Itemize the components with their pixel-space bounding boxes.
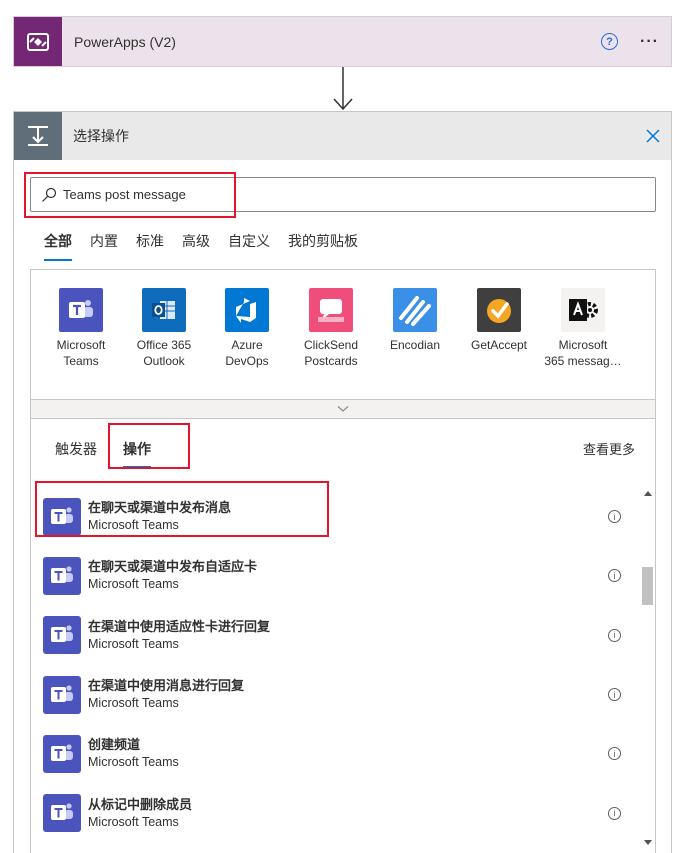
scroll-down-icon[interactable]	[644, 840, 652, 845]
info-icon[interactable]: i	[608, 510, 621, 524]
actions-tab-highlight-box	[108, 423, 190, 469]
down-arrow-icon	[333, 67, 353, 111]
list-item[interactable]: 在聊天或渠道中发布自适应卡 Microsoft Teams i	[43, 546, 629, 605]
info-icon[interactable]: i	[608, 628, 621, 642]
result-title: 在渠道中使用适应性卡进行回复	[88, 618, 271, 634]
tab-custom[interactable]: 自定义	[228, 231, 270, 261]
connector-label-line1: GetAccept	[470, 338, 528, 352]
connector-microsoft-teams[interactable]: Microsoft Teams	[39, 288, 123, 369]
action-header: 选择操作	[14, 112, 671, 160]
result-title: 从标记中删除成员	[88, 796, 193, 812]
result-subtitle: Microsoft Teams	[88, 636, 179, 651]
tab-triggers[interactable]: 触发器	[55, 439, 97, 468]
list-item[interactable]: 从标记中删除成员 Microsoft Teams i	[43, 783, 629, 842]
tab-all[interactable]: 全部	[44, 231, 72, 261]
connector-label-line1: Office 365	[136, 338, 192, 352]
see-more-link[interactable]: 查看更多	[583, 439, 635, 458]
connector-getaccept[interactable]: GetAccept	[457, 288, 541, 353]
teams-icon	[43, 556, 81, 595]
result-subtitle: Microsoft Teams	[88, 577, 179, 592]
connector-label-line1: Azure	[231, 338, 263, 352]
info-icon[interactable]: i	[608, 747, 621, 761]
connector-office365-outlook[interactable]: Office 365 Outlook	[122, 288, 206, 369]
outlook-icon	[142, 288, 186, 332]
connector-label-line1: Encodian	[389, 338, 441, 352]
connector-encodian[interactable]: Encodian	[373, 288, 457, 353]
teams-icon	[59, 288, 103, 332]
action-icon	[14, 112, 62, 160]
connector-label-line2: DevOps	[225, 354, 269, 368]
scroll-thumb[interactable]	[642, 567, 653, 605]
info-icon[interactable]: i	[608, 688, 621, 702]
list-item[interactable]: 在渠道中使用消息进行回复 Microsoft Teams i	[43, 665, 629, 724]
connector-label-line1: ClickSend	[303, 338, 359, 352]
connector-azure-devops[interactable]: Azure DevOps	[205, 288, 289, 369]
teams-icon	[43, 734, 81, 773]
action-title: 选择操作	[73, 128, 129, 144]
connector-label-line2: 365 messag…	[544, 354, 622, 368]
teams-icon	[43, 794, 81, 833]
connector-m365-message[interactable]: Microsoft 365 messag…	[541, 288, 625, 369]
connector-grid: Microsoft Teams Office 365 Outlook Azure De…	[30, 269, 656, 419]
list-item[interactable]: 在渠道中使用适应性卡进行回复 Microsoft Teams i	[43, 606, 629, 665]
result-title: 在渠道中使用消息进行回复	[88, 678, 245, 694]
actions-panel: 触发器 操作 查看更多 在聊天或渠道中发布消息 Microsoft Teams i…	[30, 419, 656, 853]
choose-action-card: 选择操作 全部 内置 标准 高级 自定义 我的剪贴板 Microsoft Team…	[13, 111, 672, 853]
tab-standard[interactable]: 标准	[136, 231, 164, 261]
chevron-down-icon	[337, 406, 349, 412]
help-icon[interactable]: ?	[601, 33, 619, 50]
filter-tabs: 全部 内置 标准 高级 自定义 我的剪贴板	[44, 231, 376, 261]
expand-connectors-bar[interactable]	[30, 399, 656, 419]
teams-icon	[43, 675, 81, 714]
trigger-title: PowerApps (V2)	[74, 33, 176, 50]
connector-label-line2: Outlook	[143, 354, 185, 368]
connector-label-line1: Microsoft	[558, 338, 608, 352]
result-subtitle: Microsoft Teams	[88, 755, 179, 770]
info-icon[interactable]: i	[608, 569, 621, 583]
connector-label-line2: Teams	[63, 354, 99, 368]
info-icon[interactable]: i	[608, 806, 621, 820]
connector-label-line1: Microsoft	[56, 338, 106, 352]
devops-icon	[225, 288, 269, 332]
more-options-icon[interactable]: ···	[640, 33, 659, 51]
tab-my-clipboard[interactable]: 我的剪贴板	[288, 231, 358, 261]
tab-premium[interactable]: 高级	[182, 231, 210, 261]
search-highlight-box	[24, 172, 236, 218]
powerapps-icon	[14, 17, 62, 66]
connector-clicksend-postcards[interactable]: ClickSend Postcards	[289, 288, 373, 369]
teams-icon	[43, 616, 81, 655]
list-item[interactable]: 创建频道 Microsoft Teams i	[43, 724, 629, 783]
results-list: 在聊天或渠道中发布消息 Microsoft Teams i 在聊天或渠道中发布自适…	[43, 487, 629, 843]
close-icon[interactable]	[645, 128, 661, 144]
encodian-icon	[393, 288, 437, 332]
result-title: 创建频道	[88, 737, 141, 753]
trigger-card[interactable]: PowerApps (V2) ? ···	[13, 16, 672, 67]
scroll-up-icon[interactable]	[644, 491, 652, 496]
result-subtitle: Microsoft Teams	[88, 696, 179, 711]
result-title: 在聊天或渠道中发布自适应卡	[88, 559, 258, 575]
clicksend-icon	[309, 288, 353, 332]
getaccept-icon	[477, 288, 521, 332]
first-result-highlight-box	[35, 481, 329, 537]
tab-built-in[interactable]: 内置	[90, 231, 118, 261]
m365-message-icon	[561, 288, 605, 332]
result-subtitle: Microsoft Teams	[88, 814, 179, 829]
results-scrollbar[interactable]	[641, 487, 653, 845]
connector-label-line2: Postcards	[304, 354, 358, 368]
